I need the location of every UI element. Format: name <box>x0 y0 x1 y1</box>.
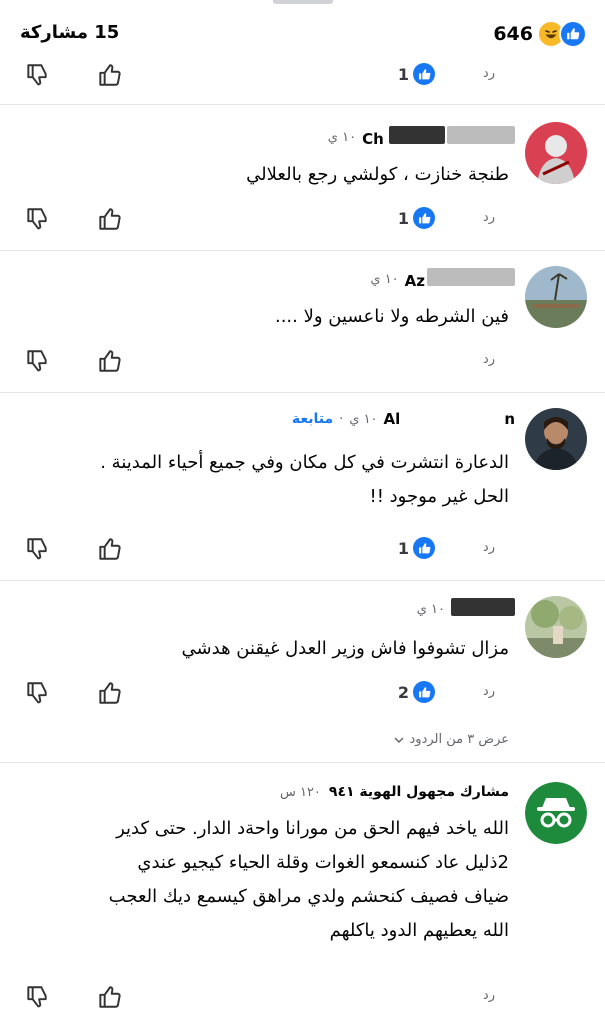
avatar[interactable] <box>525 596 587 658</box>
like-badge-icon <box>413 63 435 85</box>
like-icon <box>559 20 587 48</box>
redacted-name <box>451 598 515 616</box>
reply-button[interactable]: رد <box>483 66 495 81</box>
like-count[interactable]: 1 <box>398 63 435 85</box>
reply-button[interactable]: رد <box>483 540 495 555</box>
divider <box>0 580 605 581</box>
reaction-icons <box>537 20 587 48</box>
follow-button[interactable]: متابعة <box>292 411 333 427</box>
commenter-name[interactable] <box>451 598 515 620</box>
redacted-name <box>427 268 515 286</box>
reactions-summary[interactable]: 646 <box>493 20 587 48</box>
comment-time: ١٠ ي <box>416 601 445 617</box>
chevron-down-icon <box>394 736 404 743</box>
divider <box>0 762 605 763</box>
reply-button[interactable]: رد <box>483 988 495 1003</box>
like-button-icon[interactable] <box>96 680 122 710</box>
commenter-name[interactable]: Ch <box>362 126 515 148</box>
comment-text: فين الشرطه ولا ناعسين ولا .... <box>274 306 509 327</box>
comment-actions: رد <box>0 982 605 1014</box>
avatar[interactable] <box>525 266 587 328</box>
like-count[interactable]: 2 <box>398 681 435 703</box>
commenter-name[interactable]: Al n <box>384 410 515 428</box>
like-button-icon[interactable] <box>96 984 122 1014</box>
divider <box>0 104 605 105</box>
like-button-icon[interactable] <box>96 206 122 236</box>
like-badge-icon <box>413 681 435 703</box>
dislike-icon[interactable] <box>24 536 50 566</box>
drag-handle[interactable] <box>272 0 333 4</box>
like-button-icon[interactable] <box>96 536 122 566</box>
reply-button[interactable]: رد <box>483 210 495 225</box>
like-count[interactable]: 1 <box>398 207 435 229</box>
comment-time: ١٢٠ س <box>279 784 321 800</box>
avatar[interactable] <box>525 122 587 184</box>
comment-actions: رد <box>0 346 605 378</box>
comment-header: مشارك مجهول الهوية ٩٤١ ١٢٠ س <box>280 784 509 800</box>
like-badge-icon <box>413 207 435 229</box>
show-replies-button[interactable]: عرض ٣ من الردود <box>393 732 509 747</box>
dislike-icon[interactable] <box>24 206 50 236</box>
comment-actions: 1 رد <box>0 534 605 566</box>
shares-count[interactable]: 15 مشاركة <box>20 22 119 43</box>
redacted-name <box>389 126 445 144</box>
comment-time: ١٠ ي <box>370 271 399 287</box>
comment-actions: 1 رد <box>0 60 605 92</box>
dislike-icon[interactable] <box>24 984 50 1014</box>
divider <box>0 250 605 251</box>
comment-actions: 1 رد <box>0 204 605 236</box>
comment-text: مزال تشوفوا فاش وزير العدل غيقنن هدشي <box>181 638 509 659</box>
commenter-name[interactable]: Az <box>405 268 515 290</box>
comment-text: طنجة خنازت ، كولشي رجع بالعلالي <box>246 164 509 185</box>
reply-button[interactable]: رد <box>483 684 495 699</box>
comment-time: ١٠ ي <box>327 129 357 145</box>
avatar[interactable] <box>525 408 587 470</box>
like-badge-icon <box>413 537 435 559</box>
like-button-icon[interactable] <box>96 62 122 92</box>
post-stats-bar: 15 مشاركة 646 <box>20 16 587 52</box>
separator-dot: · <box>339 411 344 427</box>
comment-text: الدعارة انتشرت في كل مكان وفي جميع أحياء… <box>100 452 509 507</box>
redacted-name <box>447 126 515 144</box>
comment-header: Al n ١٠ ي · متابعة <box>292 410 515 428</box>
anonymous-avatar[interactable] <box>525 782 587 844</box>
commenter-name[interactable]: مشارك مجهول الهوية ٩٤١ <box>329 784 509 800</box>
comment-header: ١٠ ي <box>417 598 515 620</box>
divider <box>0 392 605 393</box>
comment-actions: 2 رد <box>0 678 605 710</box>
comment-header: Ch ١٠ ي <box>328 126 515 148</box>
like-button-icon[interactable] <box>96 348 122 378</box>
comment-header: Az ١٠ ي <box>370 268 515 290</box>
comment-time: ١٠ ي <box>349 411 378 427</box>
dislike-icon[interactable] <box>24 680 50 710</box>
reply-button[interactable]: رد <box>483 352 495 367</box>
dislike-icon[interactable] <box>24 348 50 378</box>
comment-text: الله ياخد فيهم الحق من مورانا واحةد الدا… <box>108 818 509 941</box>
reactions-count: 646 <box>493 23 533 45</box>
dislike-icon[interactable] <box>24 62 50 92</box>
like-count[interactable]: 1 <box>398 537 435 559</box>
